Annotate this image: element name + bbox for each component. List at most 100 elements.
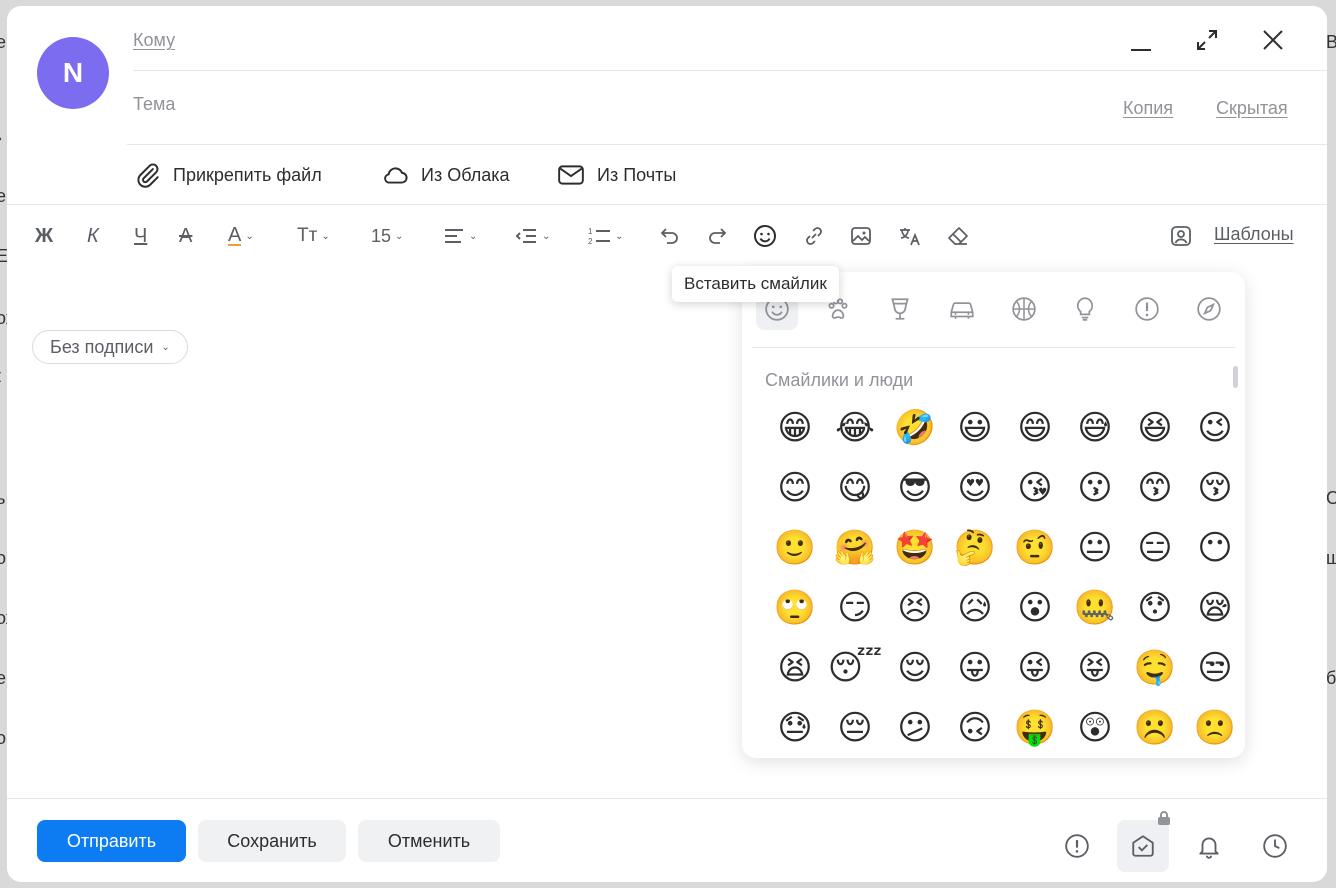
emoji-item[interactable]: 😫: [765, 638, 825, 698]
close-button[interactable]: [1255, 22, 1291, 58]
category-activities[interactable]: [1003, 288, 1045, 330]
cc-link[interactable]: Копия: [1123, 98, 1173, 119]
reminder-button[interactable]: [1183, 820, 1235, 872]
emoji-item[interactable]: 😅: [1065, 398, 1125, 458]
emoji-item[interactable]: 😪: [1185, 578, 1245, 638]
emoji-item[interactable]: 😯: [1125, 578, 1185, 638]
emoji-item[interactable]: 😲: [1065, 698, 1125, 758]
expand-icon: [1197, 30, 1217, 50]
emoji-item[interactable]: 😘: [1005, 458, 1065, 518]
undo-button[interactable]: [659, 216, 681, 256]
schedule-send-button[interactable]: [1249, 820, 1301, 872]
emoji-item[interactable]: 🤣: [885, 398, 945, 458]
exclamation-icon: [1135, 297, 1159, 321]
text-color-button[interactable]: А ⌄: [228, 216, 254, 256]
emoji-item[interactable]: 😉: [1185, 398, 1245, 458]
emoji-item[interactable]: 😐: [1065, 518, 1125, 578]
category-objects[interactable]: [1064, 288, 1106, 330]
from-mail-button[interactable]: Из Почты: [557, 160, 676, 190]
emoji-item[interactable]: 😝: [1065, 638, 1125, 698]
clear-format-button[interactable]: [946, 216, 970, 256]
underline-button[interactable]: Ч: [134, 216, 147, 256]
emoji-item[interactable]: 😆: [1125, 398, 1185, 458]
emoji-item[interactable]: 😋: [825, 458, 885, 518]
expand-button[interactable]: [1189, 22, 1225, 58]
emoji-item[interactable]: 🤑: [1005, 698, 1065, 758]
emoji-item[interactable]: 🤤: [1125, 638, 1185, 698]
category-symbols[interactable]: [1126, 288, 1168, 330]
strikethrough-button[interactable]: А: [179, 216, 192, 256]
emoji-item[interactable]: 😗: [1065, 458, 1125, 518]
chevron-down-icon: ⌄: [469, 230, 478, 242]
emoji-item[interactable]: 😂: [825, 398, 885, 458]
background-glyph: Оч: [1326, 488, 1336, 508]
emoji-item[interactable]: 😃: [945, 398, 1005, 458]
emoji-item[interactable]: 🙂: [765, 518, 825, 578]
numbered-list-button[interactable]: 12 ⌄: [587, 216, 623, 256]
templates-link[interactable]: Шаблоны: [1214, 224, 1294, 245]
font-style-button[interactable]: Тт ⌄: [297, 216, 330, 256]
from-cloud-button[interactable]: Из Облака: [381, 160, 510, 190]
emoji-item[interactable]: 😶: [1185, 518, 1245, 578]
insert-image-button[interactable]: [850, 216, 872, 256]
emoji-item[interactable]: 😛: [945, 638, 1005, 698]
emoji-item[interactable]: 😥: [945, 578, 1005, 638]
emoji-item[interactable]: 😓: [765, 698, 825, 758]
category-flags[interactable]: [1188, 288, 1230, 330]
read-receipt-button[interactable]: [1117, 811, 1170, 872]
minimize-button[interactable]: [1123, 22, 1159, 58]
emoji-item[interactable]: 🙄: [765, 578, 825, 638]
contact-card-button[interactable]: [1170, 216, 1192, 256]
emoji-item[interactable]: 😜: [1005, 638, 1065, 698]
emoji-item[interactable]: 😌: [885, 638, 945, 698]
emoji-item[interactable]: 😚: [1185, 458, 1245, 518]
emoji-item[interactable]: 🤩: [885, 518, 945, 578]
redo-button[interactable]: [706, 216, 728, 256]
emoji-item[interactable]: 😁: [765, 398, 825, 458]
emoji-item[interactable]: 😣: [885, 578, 945, 638]
emoji-item[interactable]: 😏: [825, 578, 885, 638]
attach-file-button[interactable]: Прикрепить файл: [135, 160, 322, 190]
translate-button[interactable]: [898, 216, 922, 256]
emoji-item[interactable]: 🤗: [825, 518, 885, 578]
send-button[interactable]: Отправить: [37, 820, 186, 862]
background-glyph: б: [1326, 668, 1336, 688]
category-travel[interactable]: [941, 288, 983, 330]
emoji-item[interactable]: 🙁: [1185, 698, 1245, 758]
category-food[interactable]: [879, 288, 921, 330]
signature-select[interactable]: Без подписи ⌄: [32, 330, 188, 364]
cancel-button[interactable]: Отменить: [358, 820, 500, 862]
indent-button[interactable]: ⌄: [514, 216, 550, 256]
emoji-item[interactable]: 😑: [1125, 518, 1185, 578]
emoji-item[interactable]: 😒: [1185, 638, 1245, 698]
emoji-item[interactable]: 😍: [945, 458, 1005, 518]
align-button[interactable]: ⌄: [443, 216, 477, 256]
background-glyph: ›: [0, 128, 2, 149]
insert-emoji-button[interactable]: [753, 216, 777, 256]
to-field[interactable]: Кому: [133, 30, 175, 51]
subject-field[interactable]: Тема: [133, 94, 175, 115]
font-size-button[interactable]: 15 ⌄: [371, 216, 403, 256]
emoji-item[interactable]: 🙃: [945, 698, 1005, 758]
undo-icon: [660, 228, 678, 244]
emoji-item[interactable]: 🤨: [1005, 518, 1065, 578]
emoji-item[interactable]: 🤐: [1065, 578, 1125, 638]
emoji-item[interactable]: 😄: [1005, 398, 1065, 458]
emoji-scrollbar[interactable]: [1233, 366, 1238, 388]
italic-button[interactable]: К: [87, 216, 99, 256]
insert-link-button[interactable]: [803, 216, 825, 256]
emoji-item[interactable]: 😊: [765, 458, 825, 518]
importance-button[interactable]: [1051, 820, 1103, 872]
bold-button[interactable]: Ж: [35, 216, 53, 256]
bcc-link[interactable]: Скрытая: [1216, 98, 1288, 119]
emoji-item[interactable]: 😎: [885, 458, 945, 518]
emoji-item[interactable]: ☹️: [1125, 698, 1185, 758]
emoji-item[interactable]: 😮: [1005, 578, 1065, 638]
emoji-item[interactable]: 😕: [885, 698, 945, 758]
emoji-item[interactable]: 😴: [825, 638, 885, 698]
emoji-item[interactable]: 🤔: [945, 518, 1005, 578]
emoji-item[interactable]: 😙: [1125, 458, 1185, 518]
save-button[interactable]: Сохранить: [198, 820, 346, 862]
signature-label: Без подписи: [50, 336, 154, 357]
emoji-item[interactable]: 😔: [825, 698, 885, 758]
